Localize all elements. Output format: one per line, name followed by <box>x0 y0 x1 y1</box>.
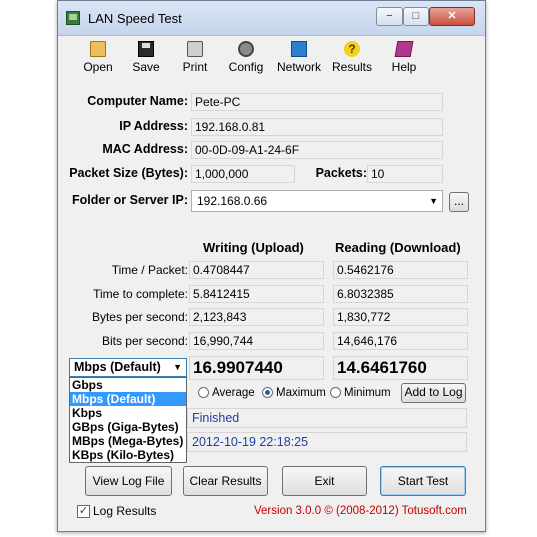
folder-label: Folder or Server IP: <box>71 193 188 207</box>
units-option-mbps-default[interactable]: Mbps (Default) <box>70 392 186 406</box>
units-option-gigabytes[interactable]: GBps (Giga-Bytes) <box>70 420 186 434</box>
read-speed-value: 14.6461760 <box>333 356 468 380</box>
log-results-label: Log Results <box>93 504 157 518</box>
maximize-button[interactable]: □ <box>403 7 429 26</box>
status-timestamp: 2012-10-19 22:18:25 <box>187 432 467 452</box>
read-bytes-per-second: 1,830,772 <box>333 308 468 326</box>
packet-size-label: Packet Size (Bytes): <box>69 166 188 180</box>
toolbar-label: Save <box>132 60 160 74</box>
app-icon <box>66 11 80 25</box>
ip-address-field: 192.168.0.81 <box>191 118 443 136</box>
chevron-down-icon: ▼ <box>173 362 182 372</box>
toolbar-print-button[interactable]: Print <box>171 39 219 79</box>
result-row-label: Bytes per second: <box>91 310 188 324</box>
minimum-radio[interactable]: Minimum <box>330 386 391 400</box>
toolbar-label: Config <box>228 60 264 74</box>
result-row-label: Bits per second: <box>101 334 188 348</box>
gear-icon <box>238 41 254 57</box>
window-title: LAN Speed Test <box>88 11 182 26</box>
toolbar-label: Open <box>83 60 113 74</box>
toolbar-label: Print <box>182 60 208 74</box>
maximum-radio[interactable]: Maximum <box>262 386 326 400</box>
toolbar-help-button[interactable]: Help <box>380 39 428 79</box>
check-icon: ✓ <box>78 505 89 517</box>
read-time-to-complete: 6.8032385 <box>333 285 468 303</box>
write-time-to-complete: 5.8412415 <box>189 285 324 303</box>
toolbar-label: Help <box>391 60 417 74</box>
ip-address-label: IP Address: <box>119 119 188 133</box>
start-test-button[interactable]: Start Test <box>380 466 466 496</box>
mac-address-field: 00-0D-09-A1-24-6F <box>191 141 443 159</box>
mac-address-label: MAC Address: <box>102 142 188 156</box>
read-time-per-packet: 0.5462176 <box>333 261 468 279</box>
result-row-label: Time / Packet: <box>111 263 188 277</box>
write-bits-per-second: 16,990,744 <box>189 332 324 350</box>
add-to-log-button[interactable]: Add to Log <box>401 383 466 403</box>
units-option-gbps[interactable]: Gbps <box>70 378 186 392</box>
write-bytes-per-second: 2,123,843 <box>189 308 324 326</box>
toolbar-config-button[interactable]: Config <box>222 39 270 79</box>
units-option-kbps[interactable]: Kbps <box>70 406 186 420</box>
network-icon <box>291 41 307 57</box>
units-dropdown-list: Gbps Mbps (Default) Kbps GBps (Giga-Byte… <box>69 377 187 463</box>
toolbar-network-button[interactable]: Network <box>275 39 323 79</box>
view-log-file-button[interactable]: View Log File <box>85 466 172 496</box>
read-bits-per-second: 14,646,176 <box>333 332 468 350</box>
average-radio[interactable]: Average <box>198 386 255 400</box>
units-selected-value: Mbps (Default) <box>74 360 161 374</box>
clear-results-button[interactable]: Clear Results <box>183 466 268 496</box>
units-option-kilobytes[interactable]: KBps (Kilo-Bytes) <box>70 448 186 462</box>
reading-header: Reading (Download) <box>335 240 461 255</box>
minimize-button[interactable]: − <box>376 7 403 26</box>
open-folder-icon <box>90 41 106 57</box>
computer-name-label: Computer Name: <box>87 94 188 108</box>
packet-size-field[interactable]: 1,000,000 <box>191 165 295 183</box>
radio-circle-icon <box>330 387 341 398</box>
question-icon: ? <box>344 41 360 57</box>
printer-icon <box>187 41 203 57</box>
radio-circle-icon <box>198 387 209 398</box>
app-window: LAN Speed Test − □ ✕ Open Save Print Con… <box>57 0 486 532</box>
toolbar-open-button[interactable]: Open <box>74 39 122 79</box>
computer-name-field: Pete-PC <box>191 93 443 111</box>
radio-selected-icon <box>262 387 273 398</box>
units-option-megabytes[interactable]: MBps (Mega-Bytes) <box>70 434 186 448</box>
packets-field[interactable]: 10 <box>367 165 443 183</box>
log-results-checkbox[interactable]: ✓ <box>77 505 90 518</box>
write-speed-value: 16.9907440 <box>189 356 324 380</box>
book-icon <box>394 41 414 57</box>
result-row-label: Time to complete: <box>93 287 188 301</box>
browse-button[interactable]: ... <box>449 192 469 212</box>
toolbar-label: Network <box>276 60 321 74</box>
title-bar: LAN Speed Test − □ ✕ <box>58 1 485 36</box>
maximum-label: Maximum <box>276 387 326 399</box>
folder-combo[interactable]: 192.168.0.66 ▼ <box>191 190 443 212</box>
exit-button[interactable]: Exit <box>282 466 367 496</box>
minimum-label: Minimum <box>344 387 391 399</box>
chevron-down-icon: ▼ <box>429 196 438 206</box>
folder-value: 192.168.0.66 <box>197 194 268 208</box>
write-time-per-packet: 0.4708447 <box>189 261 324 279</box>
close-button[interactable]: ✕ <box>429 7 475 26</box>
toolbar-results-button[interactable]: ? Results <box>328 39 376 79</box>
status-message: Finished <box>187 408 467 428</box>
packets-label: Packets: <box>315 166 367 180</box>
units-select[interactable]: Mbps (Default) ▼ <box>69 358 187 377</box>
writing-header: Writing (Upload) <box>203 240 304 255</box>
floppy-disk-icon <box>138 41 154 57</box>
toolbar-label: Results <box>331 60 372 74</box>
toolbar-save-button[interactable]: Save <box>122 39 170 79</box>
toolbar: Open Save Print Config Network ? Results… <box>66 39 477 79</box>
version-text: Version 3.0.0 © (2008-2012) Totusoft.com <box>254 505 467 517</box>
average-label: Average <box>212 387 255 399</box>
